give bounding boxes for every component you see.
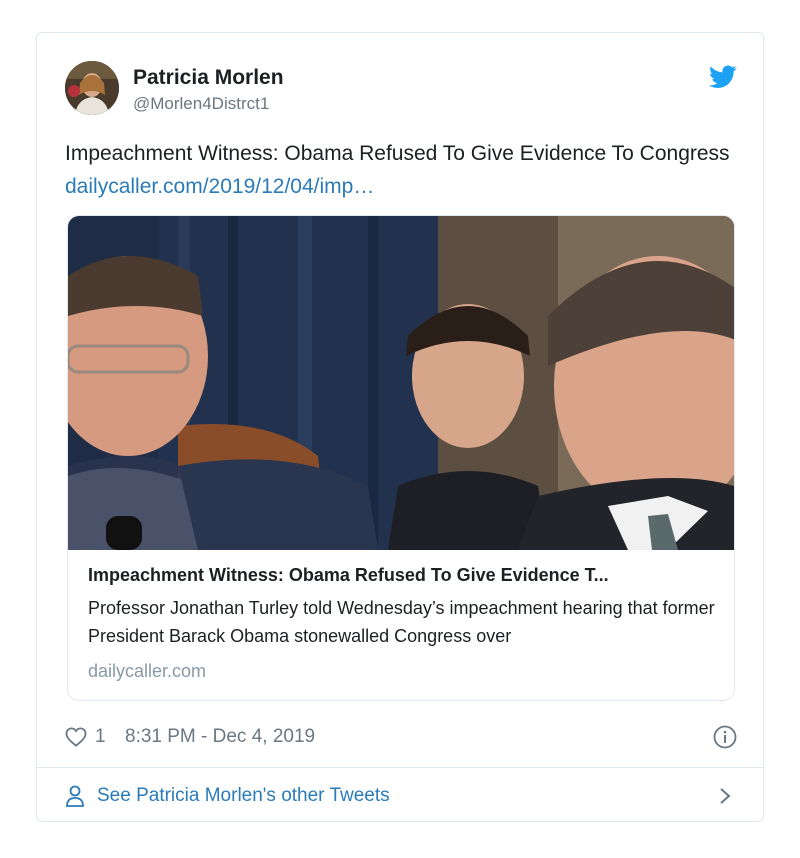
see-other-tweets-link[interactable]: See Patricia Morlen's other Tweets <box>65 781 737 811</box>
embedded-tweet[interactable]: Patricia Morlen @Morlen4Distrct1 Impeach… <box>36 32 764 822</box>
divider <box>37 767 763 768</box>
avatar[interactable] <box>65 61 119 115</box>
card-description: Professor Jonathan Turley told Wednesday… <box>88 598 715 646</box>
card-body: Impeachment Witness: Obama Refused To Gi… <box>88 562 718 684</box>
person-icon <box>66 785 84 807</box>
like-count[interactable]: 1 <box>95 723 106 751</box>
card-domain: dailycaller.com <box>88 661 207 681</box>
info-icon[interactable] <box>713 725 737 749</box>
link-preview-card[interactable]: Impeachment Witness: Obama Refused To Gi… <box>67 215 735 701</box>
tweet-header: Patricia Morlen @Morlen4Distrct1 <box>65 61 737 117</box>
author-names: Patricia Morlen @Morlen4Distrct1 <box>133 65 284 115</box>
card-title[interactable]: Impeachment Witness: Obama Refused To Gi… <box>88 562 718 588</box>
tweet-meta: 1 8:31 PM - Dec 4, 2019 <box>65 723 737 751</box>
chevron-right-icon[interactable] <box>719 787 731 805</box>
tweet-text: Impeachment Witness: Obama Refused To Gi… <box>65 137 735 203</box>
card-thumbnail-image <box>68 216 734 550</box>
heart-icon[interactable] <box>65 727 87 747</box>
timestamp[interactable]: 8:31 PM - Dec 4, 2019 <box>125 723 315 751</box>
twitter-bird-icon[interactable] <box>709 65 737 89</box>
tweet-body: Impeachment Witness: Obama Refused To Gi… <box>65 142 730 165</box>
handle[interactable]: @Morlen4Distrct1 <box>133 93 284 115</box>
see-other-tweets-label[interactable]: See Patricia Morlen's other Tweets <box>97 781 390 811</box>
display-name[interactable]: Patricia Morlen <box>133 65 284 91</box>
tweet-link[interactable]: dailycaller.com/2019/12/04/imp… <box>65 175 374 198</box>
